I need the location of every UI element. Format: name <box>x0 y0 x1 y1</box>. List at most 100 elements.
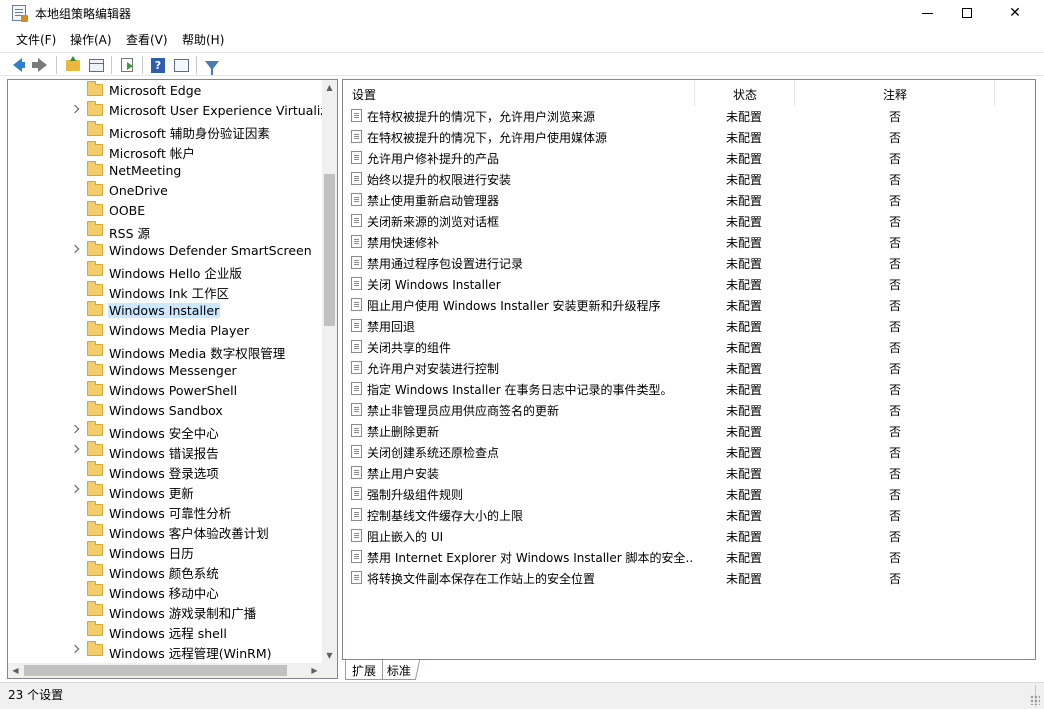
tree-item[interactable]: OOBE <box>8 201 322 221</box>
tree-item[interactable]: Windows 可靠性分析 <box>8 501 322 521</box>
setting-row[interactable]: 禁止删除更新 未配置 否 <box>343 421 1035 442</box>
tree-item[interactable]: Windows 错误报告 <box>8 441 322 461</box>
tree-item[interactable]: Microsoft 辅助身份验证因素 <box>8 121 322 141</box>
setting-state: 未配置 <box>726 173 763 187</box>
tree-item[interactable]: Windows 游戏录制和广播 <box>8 601 322 621</box>
tree-item[interactable]: Windows Media 数字权限管理 <box>8 341 322 361</box>
tree-pane[interactable]: Microsoft Edge Microsoft User Experience … <box>7 79 338 679</box>
tree-item-label: Windows 游戏录制和广播 <box>109 606 257 621</box>
chevron-right-icon[interactable] <box>70 424 80 434</box>
tree-item[interactable]: Microsoft Edge <box>8 81 322 101</box>
chevron-right-icon[interactable] <box>70 244 80 254</box>
setting-row[interactable]: 在特权被提升的情况下，允许用户浏览来源 未配置 否 <box>343 106 1035 127</box>
setting-row[interactable]: 关闭 Windows Installer 未配置 否 <box>343 274 1035 295</box>
scroll-left-icon[interactable]: ◀ <box>8 663 23 678</box>
setting-row[interactable]: 关闭创建系统还原检查点 未配置 否 <box>343 442 1035 463</box>
tree-item[interactable]: Windows 颜色系统 <box>8 561 322 581</box>
setting-row[interactable]: 指定 Windows Installer 在事务日志中记录的事件类型。 未配置 否 <box>343 379 1035 400</box>
column-header-comment[interactable]: 注释 <box>795 80 995 106</box>
setting-row[interactable]: 允许用户修补提升的产品 未配置 否 <box>343 148 1035 169</box>
column-header-setting[interactable]: 设置 <box>343 80 695 106</box>
export-list-button[interactable] <box>117 55 137 75</box>
tree-item[interactable]: Microsoft 帐户 <box>8 141 322 161</box>
tree-horizontal-scrollbar[interactable]: ◀ ▶ <box>8 663 322 678</box>
policy-setting-icon <box>351 130 362 143</box>
filter-button[interactable] <box>202 55 222 75</box>
tree-vertical-scroll-thumb[interactable] <box>324 174 335 326</box>
scroll-up-icon[interactable]: ▲ <box>322 80 337 95</box>
resize-grip-icon[interactable] <box>1030 695 1040 705</box>
setting-state: 未配置 <box>726 215 763 229</box>
up-one-level-button[interactable] <box>63 55 83 75</box>
setting-name: 在特权被提升的情况下，允许用户使用媒体源 <box>367 131 608 145</box>
tree-item[interactable]: Microsoft User Experience Virtualizat <box>8 101 337 121</box>
tree-item[interactable]: Windows Installer <box>8 301 322 321</box>
setting-row[interactable]: 禁用通过程序包设置进行记录 未配置 否 <box>343 253 1035 274</box>
menu-help[interactable]: 帮助(H) <box>182 31 224 48</box>
close-button[interactable]: ✕ <box>992 0 1038 26</box>
toolbar-separator <box>142 56 143 74</box>
tree-vertical-scrollbar[interactable]: ▲ ▼ <box>322 80 337 663</box>
tree-item[interactable]: Windows 客户体验改善计划 <box>8 521 322 541</box>
setting-row[interactable]: 禁用快速修补 未配置 否 <box>343 232 1035 253</box>
scroll-down-icon[interactable]: ▼ <box>322 648 337 663</box>
help-button[interactable]: ? <box>148 55 168 75</box>
setting-row[interactable]: 强制升级组件规则 未配置 否 <box>343 484 1035 505</box>
setting-row[interactable]: 将转换文件副本保存在工作站上的安全位置 未配置 否 <box>343 568 1035 589</box>
tree-item[interactable]: Windows Media Player <box>8 321 322 341</box>
setting-state: 未配置 <box>726 404 763 418</box>
setting-row[interactable]: 在特权被提升的情况下，允许用户使用媒体源 未配置 否 <box>343 127 1035 148</box>
forward-button[interactable] <box>31 55 51 75</box>
tree-item[interactable]: Windows 远程管理(WinRM) <box>8 641 322 661</box>
title-bar: 本地组策略编辑器 ✕ <box>0 0 1044 26</box>
export-list-icon <box>121 58 133 72</box>
tree-item[interactable]: Windows PowerShell <box>8 381 322 401</box>
setting-row[interactable]: 禁用回退 未配置 否 <box>343 316 1035 337</box>
setting-row[interactable]: 关闭共享的组件 未配置 否 <box>343 337 1035 358</box>
menu-file[interactable]: 文件(F) <box>16 31 56 48</box>
tree-item[interactable]: Windows Ink 工作区 <box>8 281 322 301</box>
menu-view[interactable]: 查看(V) <box>126 31 168 48</box>
policy-setting-icon <box>351 109 362 122</box>
properties-view-button[interactable] <box>171 55 191 75</box>
tree-item[interactable]: Windows Defender SmartScreen <box>8 241 322 261</box>
tab-extended[interactable]: 扩展 <box>345 660 384 680</box>
tree-item[interactable]: Windows 日历 <box>8 541 322 561</box>
back-button[interactable] <box>9 55 29 75</box>
up-folder-icon <box>66 55 80 71</box>
tree-item[interactable]: Windows Hello 企业版 <box>8 261 322 281</box>
tree-item[interactable]: Windows 更新 <box>8 481 322 501</box>
tree-item[interactable]: Windows Sandbox <box>8 401 322 421</box>
column-header-state[interactable]: 状态 <box>695 80 795 106</box>
show-hide-tree-button[interactable] <box>86 55 106 75</box>
setting-row[interactable]: 禁用 Internet Explorer 对 Windows Installer… <box>343 547 1035 568</box>
tree-item[interactable]: Windows 远程 shell <box>8 621 322 641</box>
tree-item[interactable]: Windows Messenger <box>8 361 322 381</box>
tab-standard[interactable]: 标准 <box>378 660 421 680</box>
setting-comment: 否 <box>889 110 902 124</box>
setting-row[interactable]: 关闭新来源的浏览对话框 未配置 否 <box>343 211 1035 232</box>
tree-item[interactable]: Windows 登录选项 <box>8 461 322 481</box>
setting-row[interactable]: 允许用户对安装进行控制 未配置 否 <box>343 358 1035 379</box>
setting-row[interactable]: 阻止用户使用 Windows Installer 安装更新和升级程序 未配置 否 <box>343 295 1035 316</box>
setting-row[interactable]: 禁止用户安装 未配置 否 <box>343 463 1035 484</box>
tree-item[interactable]: NetMeeting <box>8 161 322 181</box>
chevron-right-icon[interactable] <box>70 644 80 654</box>
chevron-right-icon[interactable] <box>70 104 80 114</box>
chevron-right-icon[interactable] <box>70 484 80 494</box>
setting-row[interactable]: 禁止使用重新启动管理器 未配置 否 <box>343 190 1035 211</box>
setting-row[interactable]: 禁止非管理员应用供应商签名的更新 未配置 否 <box>343 400 1035 421</box>
chevron-right-icon[interactable] <box>70 444 80 454</box>
tree-item[interactable]: Windows 安全中心 <box>8 421 322 441</box>
folder-icon <box>87 621 103 636</box>
tree-item[interactable]: OneDrive <box>8 181 322 201</box>
tree-item[interactable]: Windows 移动中心 <box>8 581 322 601</box>
scroll-right-icon[interactable]: ▶ <box>307 663 322 678</box>
tree-horizontal-scroll-thumb[interactable] <box>24 665 287 676</box>
menu-action[interactable]: 操作(A) <box>70 31 112 48</box>
maximize-button[interactable] <box>944 0 990 26</box>
setting-row[interactable]: 始终以提升的权限进行安装 未配置 否 <box>343 169 1035 190</box>
setting-row[interactable]: 阻止嵌入的 UI 未配置 否 <box>343 526 1035 547</box>
setting-row[interactable]: 控制基线文件缓存大小的上限 未配置 否 <box>343 505 1035 526</box>
tree-item[interactable]: RSS 源 <box>8 221 322 241</box>
